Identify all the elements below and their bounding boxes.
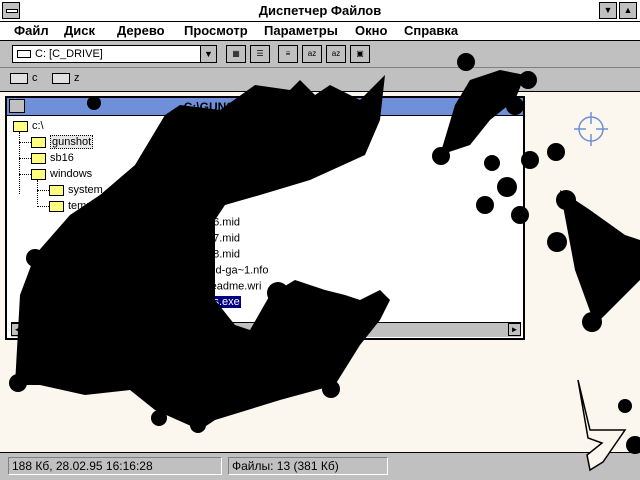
folder-icon <box>31 152 46 164</box>
menu-view[interactable]: Просмотр <box>184 23 248 38</box>
tree-item-label: temp <box>68 200 93 212</box>
directory-window-title-bar[interactable]: C:\GUNSHOT\*.* - [C_DRIVE] <box>7 98 523 116</box>
folder-icon <box>49 184 64 196</box>
menu-window[interactable]: Окно <box>355 23 387 38</box>
tree-root[interactable]: c:\ <box>13 120 44 132</box>
file-name: ss.exe <box>207 296 241 309</box>
file-name: readme.wri <box>207 280 262 293</box>
tree-item-temp[interactable]: temp <box>49 200 92 212</box>
title-bar: Диспетчер Файлов ▼ ▲ <box>0 0 640 22</box>
folder-open-icon <box>13 120 28 132</box>
drive-select-value: C: [C_DRIVE] <box>35 48 103 60</box>
file-name: old-ga~1.nfo <box>207 264 269 277</box>
drive-z-button[interactable]: z <box>52 72 80 84</box>
file-item-selected[interactable]: ss.exe <box>193 296 241 309</box>
status-selection-info: 188 Кб, 28.02.95 16:16:28 <box>8 457 222 475</box>
tree-item-label: system <box>68 184 103 196</box>
menu-file[interactable]: Файл <box>14 23 49 38</box>
toolbar: C: [C_DRIVE] ▼ ▦ ☰ ≡ az az ▣ <box>0 41 640 68</box>
file-name: 08.mid <box>207 248 241 261</box>
drive-bar: c z <box>0 68 640 92</box>
torn-hole <box>560 190 640 325</box>
sort-name-button[interactable]: az <box>302 45 322 63</box>
tree-item-sb16[interactable]: sb16 <box>31 152 74 164</box>
file-item[interactable]: 08.mid <box>193 248 240 261</box>
menu-help[interactable]: Справка <box>404 23 458 38</box>
file-name: 06.mid <box>207 216 241 229</box>
menu-disk[interactable]: Диск <box>64 23 95 38</box>
file-item[interactable]: readme.wri <box>193 280 261 293</box>
directory-tree: c:\ gunshot sb16 windows system temp <box>11 118 186 318</box>
view-details-button[interactable]: ≡ <box>278 45 298 63</box>
sort-size-button[interactable]: ▣ <box>350 45 370 63</box>
drive-icon <box>17 50 31 59</box>
folder-icon <box>49 200 64 212</box>
maximize-button[interactable]: ▲ <box>619 2 637 19</box>
menu-options[interactable]: Параметры <box>264 23 338 38</box>
folder-icon <box>31 168 46 180</box>
file-icon <box>193 264 204 277</box>
file-item[interactable]: 06.mid <box>193 216 240 229</box>
tree-item-gunshot[interactable]: gunshot <box>31 135 94 149</box>
minimize-button[interactable]: ▼ <box>599 2 617 19</box>
document-icon <box>193 248 204 261</box>
file-manager-window: Диспетчер Файлов ▼ ▲ Файл Диск Дерево Пр… <box>0 0 640 480</box>
tree-item-label: gunshot <box>50 135 94 149</box>
drive-c-button[interactable]: c <box>10 72 38 84</box>
folder-open-icon <box>31 136 46 148</box>
program-icon <box>193 296 204 309</box>
crosshair-icon <box>574 112 608 146</box>
document-icon <box>193 216 204 229</box>
pane-splitter[interactable] <box>188 116 191 322</box>
view-list-button[interactable]: ☰ <box>250 45 270 63</box>
network-drive-icon <box>52 72 70 84</box>
menu-tree[interactable]: Дерево <box>117 23 165 38</box>
sort-type-button[interactable]: az <box>326 45 346 63</box>
tree-root-label: c:\ <box>32 120 44 132</box>
view-large-icons-button[interactable]: ▦ <box>226 45 246 63</box>
status-bar: 188 Кб, 28.02.95 16:16:28 Файлы: 13 (381… <box>0 452 640 480</box>
status-file-count: Файлы: 13 (381 Кб) <box>228 457 388 475</box>
menu-bar: Файл Диск Дерево Просмотр Параметры Окно… <box>0 22 640 41</box>
scroll-left-icon[interactable]: ◄ <box>11 323 24 336</box>
scroll-right-icon[interactable]: ► <box>508 323 521 336</box>
dropdown-arrow-icon[interactable]: ▼ <box>200 46 216 62</box>
directory-window-title: C:\GUNSHOT\*.* - [C_DRIVE] <box>183 100 347 114</box>
document-icon <box>193 232 204 245</box>
file-name: 07.mid <box>207 232 241 245</box>
drive-z-label: z <box>74 72 80 84</box>
drive-c-label: c <box>32 72 38 84</box>
directory-window: C:\GUNSHOT\*.* - [C_DRIVE] c:\ gunshot s… <box>5 96 525 340</box>
horizontal-scrollbar[interactable]: ◄ ► <box>11 322 521 337</box>
tree-item-windows[interactable]: windows <box>31 168 92 180</box>
file-list: 06.mid 07.mid 08.mid old-ga~1.nfo readme… <box>193 118 393 318</box>
file-item[interactable]: old-ga~1.nfo <box>193 264 268 277</box>
tree-item-label: windows <box>50 168 93 180</box>
tree-item-system[interactable]: system <box>49 184 103 196</box>
drive-icon <box>10 72 28 84</box>
file-item[interactable]: 07.mid <box>193 232 240 245</box>
drive-select[interactable]: C: [C_DRIVE] ▼ <box>12 45 217 63</box>
window-title: Диспетчер Файлов <box>258 3 382 18</box>
document-icon <box>193 280 204 293</box>
tree-item-label: sb16 <box>50 152 74 164</box>
